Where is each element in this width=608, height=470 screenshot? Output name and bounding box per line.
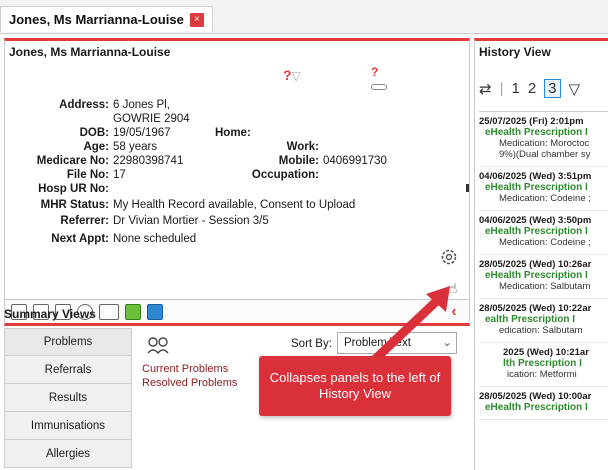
history-pager: ⇄ | 1 2 3 ▽ <box>479 79 580 98</box>
file-value: 17 <box>113 169 126 181</box>
tab-referrals[interactable]: Referrals <box>4 356 132 384</box>
alert-question-mark: ? <box>283 67 292 83</box>
glass-icon: ▽ <box>291 69 301 83</box>
medicare-label: Medicare No: <box>36 155 109 167</box>
medication-alert-icon[interactable]: ? <box>371 65 387 93</box>
mhr-value: My Health Record available, Consent to U… <box>113 199 356 211</box>
entry-type: eHealth Prescription I <box>485 127 588 138</box>
summary-tabs: Problems Referrals Results Immunisations… <box>4 328 132 468</box>
resolved-problems-link[interactable]: Resolved Problems <box>142 376 237 390</box>
patient-tab[interactable]: Jones, Ms Marrianna-Louise × <box>0 6 213 32</box>
referrer-label: Referrer: <box>60 215 109 227</box>
entry-medication: ication: Metformi <box>507 369 577 380</box>
entry-type: eHealth Prescription I <box>485 270 588 281</box>
entry-type: eHealth Prescription I <box>485 226 588 237</box>
close-icon[interactable]: × <box>189 12 204 27</box>
medicare-value: 22980398741 <box>113 155 184 167</box>
dob-value: 19/05/1967 <box>113 127 171 139</box>
address-line2: GOWRIE 2904 <box>113 113 190 125</box>
dob-label: DOB: <box>79 127 109 139</box>
history-entry[interactable]: 04/06/2025 (Wed) 3:51pm eHealth Prescrip… <box>479 167 608 211</box>
history-view-panel: History View ⇄ | 1 2 3 ▽ 25/07/2025 (Fri… <box>474 38 608 470</box>
mobile-value: 0406991730 <box>323 155 387 167</box>
tab-bar: Jones, Ms Marrianna-Louise × <box>0 0 608 34</box>
address-label: Address: <box>59 99 109 111</box>
entry-type: ealth Prescription I <box>485 314 576 325</box>
entry-date: 25/07/2025 (Fri) 2:01pm <box>479 116 584 127</box>
history-list: 25/07/2025 (Fri) 2:01pm eHealth Prescrip… <box>479 111 608 420</box>
problem-links: Current Problems Resolved Problems <box>142 362 237 390</box>
entry-type: lth Prescription I <box>503 358 582 369</box>
entry-date: 28/05/2025 (Wed) 10:00ar <box>479 391 592 402</box>
history-entry[interactable]: 2025 (Wed) 10:21ar lth Prescription I ic… <box>479 343 608 387</box>
panel-splitter-handle[interactable] <box>466 184 469 192</box>
referrer-value: Dr Vivian Mortier - Session 3/5 <box>113 215 269 227</box>
refresh-icon[interactable]: ⇄ <box>479 80 492 98</box>
patient-name: Jones, Ms Marrianna-Louise <box>9 45 171 59</box>
mhr-label: MHR Status: <box>40 199 109 211</box>
patient-tab-title: Jones, Ms Marrianna-Louise <box>9 12 184 27</box>
entry-medication: Medication: Moroctoc <box>499 138 590 149</box>
alert-question-mark: ? <box>371 65 379 79</box>
history-entry[interactable]: 04/06/2025 (Wed) 3:50pm eHealth Prescrip… <box>479 211 608 255</box>
history-entry[interactable]: 28/05/2025 (Wed) 10:22ar ealth Prescript… <box>479 299 608 343</box>
entry-date: 2025 (Wed) 10:21ar <box>503 347 589 358</box>
problems-icon <box>147 337 169 354</box>
work-label: Work: <box>286 141 319 153</box>
page-2-button[interactable]: 2 <box>528 80 536 97</box>
summary-title: Summary Views <box>4 307 96 321</box>
entry-medication-detail: 9%)(Dual chamber sy <box>499 149 591 160</box>
history-entry[interactable]: 28/05/2025 (Wed) 10:26ar eHealth Prescri… <box>479 255 608 299</box>
history-entry[interactable]: 25/07/2025 (Fri) 2:01pm eHealth Prescrip… <box>479 112 608 167</box>
entry-type: eHealth Prescription I <box>485 182 588 193</box>
tab-results[interactable]: Results <box>4 384 132 412</box>
patient-details-panel: Jones, Ms Marrianna-Louise ?▽ ? Address:… <box>4 38 470 300</box>
mobile-label: Mobile: <box>278 155 319 167</box>
entry-date: 28/05/2025 (Wed) 10:22ar <box>479 303 592 314</box>
age-value: 58 years <box>113 141 158 153</box>
history-entry[interactable]: 28/05/2025 (Wed) 10:00ar eHealth Prescri… <box>479 387 608 420</box>
pointer-cursor-icon: ☝ <box>449 280 458 296</box>
file-label: File No: <box>66 169 109 181</box>
entry-date: 04/06/2025 (Wed) 3:51pm <box>479 171 592 182</box>
next-appt-value: None scheduled <box>113 233 197 245</box>
entry-medication: Medication: Salbutam <box>499 281 591 292</box>
callout-text: Collapses panels to the left of History … <box>269 370 441 401</box>
tab-problems[interactable]: Problems <box>4 328 132 356</box>
current-problems-link[interactable]: Current Problems <box>142 362 237 376</box>
home-label: Home: <box>215 127 251 139</box>
entry-date: 04/06/2025 (Wed) 3:50pm <box>479 215 592 226</box>
callout-box: Collapses panels to the left of History … <box>259 356 451 416</box>
monitor-icon[interactable] <box>147 303 163 320</box>
entry-medication: Medication: Codeine ; <box>499 237 591 248</box>
address-line1: 6 Jones Pl, <box>113 99 170 111</box>
entry-date: 28/05/2025 (Wed) 10:26ar <box>479 259 592 270</box>
sort-by-label: Sort By: <box>291 338 332 350</box>
occupation-label: Occupation: <box>251 169 319 181</box>
tab-allergies[interactable]: Allergies <box>4 440 132 468</box>
pill-icon <box>371 83 387 90</box>
hosp-label: Hosp UR No: <box>38 183 109 195</box>
entry-medication: edication: Salbutam <box>499 325 583 336</box>
filter-icon[interactable]: ▽ <box>569 80 581 98</box>
age-label: Age: <box>83 141 109 153</box>
entry-medication: Medication: Codeine ; <box>499 193 591 204</box>
page-3-button[interactable]: 3 <box>544 79 561 98</box>
page-1-button[interactable]: 1 <box>511 80 519 97</box>
gear-icon[interactable] <box>439 247 459 267</box>
history-title: History View <box>479 45 551 59</box>
allergy-alert-icon[interactable]: ?▽ <box>283 67 301 83</box>
entry-type: eHealth Prescription I <box>485 402 588 413</box>
pager-divider: | <box>499 80 504 97</box>
tab-immunisations[interactable]: Immunisations <box>4 412 132 440</box>
growth-chart-icon[interactable] <box>125 303 141 320</box>
ecg-icon[interactable] <box>99 303 119 320</box>
next-appt-label: Next Appt: <box>51 233 109 245</box>
